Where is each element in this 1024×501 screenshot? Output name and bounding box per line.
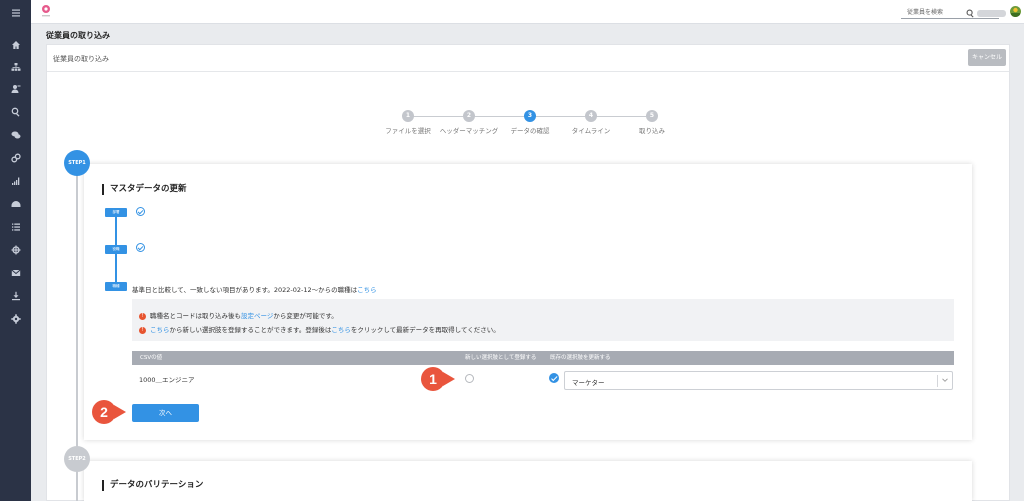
step-2-dot: 2 <box>463 110 475 122</box>
step-4-dot: 4 <box>585 110 597 122</box>
step2-badge: STEP2 <box>64 446 90 472</box>
dashboard-icon[interactable] <box>8 196 23 211</box>
stepper-connector <box>530 116 585 117</box>
notice-line-2: ! こちらから新しい選択肢を登録することができます。登録後はこちらをクリックして最… <box>139 324 500 334</box>
chevron-down-icon[interactable] <box>942 377 948 383</box>
select-value: マーケター <box>572 379 605 387</box>
table-header: CSVの値 新しい選択肢として登録する 既存の選択肢を更新する <box>132 351 954 365</box>
panel-title: 従業員の取り込み <box>53 55 109 63</box>
user-name[interactable] <box>977 10 1006 17</box>
home-icon[interactable] <box>8 37 23 52</box>
search-icon[interactable] <box>966 9 975 18</box>
link-icon[interactable] <box>8 150 23 165</box>
step-3-label: データの確認 <box>510 127 550 135</box>
mismatch-text: 基準日と比較して、一致しない項目があります。2022-02-12〜からの職種は <box>132 286 358 294</box>
mismatch-message: 基準日と比較して、一致しない項目があります。2022-02-12〜からの職種はこ… <box>132 284 377 294</box>
mail-icon[interactable] <box>8 265 23 280</box>
next-button[interactable]: 次へ <box>132 404 199 422</box>
refetch-link[interactable]: こちら <box>331 326 351 334</box>
notice-text: 職種名とコードは取り込み後も <box>150 312 241 320</box>
top-bar: 従業員を検索 <box>31 0 1024 24</box>
csv-value-cell: 1000＿エンジニア <box>139 376 195 384</box>
register-option-link[interactable]: こちら <box>150 326 170 334</box>
user-edit-icon[interactable] <box>8 81 23 96</box>
step-5-dot: 5 <box>646 110 658 122</box>
list-icon[interactable] <box>8 219 23 234</box>
step-1-dot: 1 <box>402 110 414 122</box>
org-chart-icon[interactable] <box>8 59 23 74</box>
notice-text: から変更が可能です。 <box>273 312 338 320</box>
step2-card <box>84 461 972 501</box>
step1-badge: STEP1 <box>64 150 90 176</box>
stepper-connector <box>408 116 463 117</box>
col-csv-value: CSVの値 <box>140 355 163 361</box>
select-divider <box>937 375 938 387</box>
stepper-connector <box>469 116 524 117</box>
notice-text: をクリックして最新データを再取得してください。 <box>350 326 500 334</box>
col-update-existing: 既存の選択肢を更新する <box>550 355 611 361</box>
warning-icon: ! <box>139 326 146 334</box>
col-register-new: 新しい選択肢として登録する <box>465 355 537 361</box>
chat-icon[interactable] <box>8 127 23 142</box>
download-icon[interactable] <box>8 288 23 303</box>
cancel-button[interactable]: キャンセル <box>968 49 1006 66</box>
page-title: 従業員の取り込み <box>46 31 110 40</box>
company-logo <box>42 5 50 17</box>
notice-text: から新しい選択肢を登録することができます。登録後は <box>169 326 332 334</box>
update-existing-radio[interactable] <box>549 373 559 383</box>
position-check-icon <box>136 243 145 252</box>
tag-job-type: 職種 <box>105 282 127 291</box>
stepper-connector <box>591 116 646 117</box>
department-check-icon <box>136 207 145 216</box>
sidebar <box>0 0 31 501</box>
avatar[interactable] <box>1010 6 1021 17</box>
tag-department: 部署 <box>105 208 127 217</box>
existing-option-select[interactable]: マーケター <box>564 371 953 390</box>
notice-box <box>132 299 954 341</box>
target-icon[interactable] <box>8 242 23 257</box>
step-1-label: ファイルを選択 <box>385 127 431 135</box>
job-type-link[interactable]: こちら <box>357 286 377 294</box>
register-new-radio[interactable] <box>465 374 474 383</box>
callout-2: 2 <box>92 400 116 424</box>
warning-icon: ! <box>139 312 146 320</box>
step1-title: マスタデータの更新 <box>102 184 187 195</box>
search-icon[interactable] <box>8 104 23 119</box>
bar-chart-icon[interactable] <box>8 173 23 188</box>
callout-1: 1 <box>421 367 445 391</box>
menu-icon[interactable] <box>8 5 23 20</box>
settings-icon[interactable] <box>8 311 23 326</box>
step-5-label: 取り込み <box>639 127 665 135</box>
tag-position: 役職 <box>105 245 127 254</box>
step-4-label: タイムライン <box>571 127 611 135</box>
step-2-label: ヘッダーマッチング <box>439 127 499 135</box>
progress-stepper: 1 2 3 4 5 ファイルを選択 ヘッダーマッチング データの確認 タイムライ… <box>380 110 670 135</box>
step2-title: データのバリテーション <box>102 480 203 491</box>
notice-line-1: ! 職種名とコードは取り込み後も設定ページから変更が可能です。 <box>139 310 338 320</box>
panel-header: 従業員の取り込み キャンセル <box>47 45 1009 72</box>
step-3-dot: 3 <box>524 110 536 122</box>
settings-page-link[interactable]: 設定ページ <box>241 312 273 320</box>
